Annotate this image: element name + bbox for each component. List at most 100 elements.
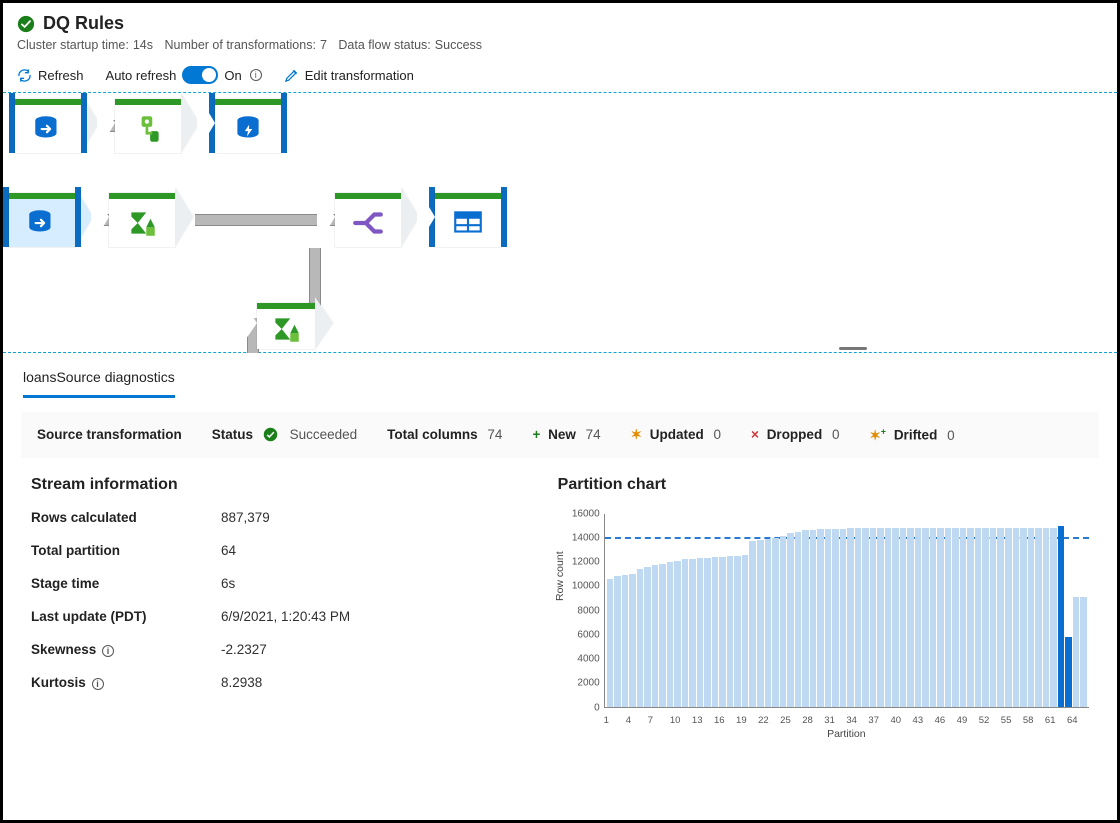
- tab-loanssource-diagnostics[interactable]: loansSource diagnostics: [23, 363, 175, 398]
- partition-chart[interactable]: Row count 020004000600080001000012000140…: [558, 510, 1089, 740]
- node-aggregate-branch[interactable]: [257, 303, 315, 349]
- x-axis-label: Partition: [604, 728, 1089, 740]
- bar[interactable]: [990, 528, 997, 707]
- bar[interactable]: [1013, 528, 1020, 707]
- bar[interactable]: [712, 557, 719, 707]
- bar[interactable]: [1065, 637, 1072, 707]
- node-split[interactable]: [335, 193, 401, 247]
- bar[interactable]: [817, 529, 824, 706]
- status-label: Status: [212, 427, 253, 442]
- bar[interactable]: [704, 558, 711, 706]
- bar[interactable]: [862, 528, 869, 707]
- bar[interactable]: [780, 536, 787, 706]
- info-icon[interactable]: i: [250, 69, 262, 81]
- edit-transformation-button[interactable]: Edit transformation: [284, 68, 414, 83]
- bar[interactable]: [682, 559, 689, 706]
- bar[interactable]: [952, 528, 959, 707]
- bar[interactable]: [900, 528, 907, 707]
- bar[interactable]: [637, 569, 644, 707]
- bar[interactable]: [629, 574, 636, 707]
- bar[interactable]: [847, 528, 854, 707]
- bar[interactable]: [622, 575, 629, 706]
- refresh-button[interactable]: Refresh: [17, 68, 84, 83]
- bar[interactable]: [1035, 528, 1042, 707]
- x-tick: 19: [736, 715, 758, 726]
- bar[interactable]: [840, 529, 847, 706]
- stage-time-label: Stage time: [31, 576, 221, 591]
- bar[interactable]: [1043, 528, 1050, 707]
- bar[interactable]: [1028, 528, 1035, 707]
- asterisk-icon: ✶: [631, 427, 642, 442]
- y-tick: 2000: [577, 678, 599, 689]
- bar[interactable]: [937, 528, 944, 707]
- bar[interactable]: [967, 528, 974, 707]
- bar[interactable]: [930, 528, 937, 707]
- x-tick: 52: [979, 715, 1001, 726]
- bar[interactable]: [772, 538, 779, 707]
- bar[interactable]: [614, 576, 621, 706]
- bar[interactable]: [960, 528, 967, 707]
- x-tick: 49: [957, 715, 979, 726]
- bar[interactable]: [727, 556, 734, 707]
- bar[interactable]: [674, 561, 681, 707]
- node-source-selected[interactable]: [9, 193, 75, 247]
- node-aggregate[interactable]: [109, 193, 175, 247]
- transforms-label: Number of transformations:: [164, 38, 315, 52]
- bar[interactable]: [742, 555, 749, 707]
- toolbar: Refresh Auto refresh On i Edit transform…: [3, 58, 1117, 92]
- bar[interactable]: [787, 533, 794, 707]
- auto-refresh-label: Auto refresh: [106, 68, 177, 83]
- rows-calculated-label: Rows calculated: [31, 510, 221, 525]
- bar[interactable]: [795, 532, 802, 707]
- bar[interactable]: [1080, 597, 1087, 707]
- bar[interactable]: [719, 557, 726, 707]
- node-sink-1[interactable]: [215, 99, 281, 153]
- bar[interactable]: [734, 556, 741, 707]
- node-derive[interactable]: [115, 99, 181, 153]
- x-tick: 55: [1001, 715, 1023, 726]
- bar[interactable]: [659, 564, 666, 706]
- bar[interactable]: [915, 528, 922, 707]
- bar[interactable]: [922, 528, 929, 707]
- bar[interactable]: [652, 565, 659, 706]
- status-success-icon: [17, 15, 35, 33]
- bar[interactable]: [689, 559, 696, 706]
- bar[interactable]: [877, 528, 884, 707]
- bar[interactable]: [832, 529, 839, 706]
- database-arrow-icon: [31, 112, 65, 146]
- resize-grip[interactable]: [839, 347, 867, 350]
- bar[interactable]: [607, 579, 614, 707]
- info-icon[interactable]: i: [92, 678, 104, 690]
- bar[interactable]: [802, 530, 809, 706]
- bar[interactable]: [667, 562, 674, 707]
- y-tick: 8000: [577, 605, 599, 616]
- bar[interactable]: [885, 528, 892, 707]
- bar[interactable]: [975, 528, 982, 707]
- bar[interactable]: [810, 530, 817, 706]
- bar[interactable]: [870, 528, 877, 707]
- bar[interactable]: [749, 541, 756, 706]
- bar[interactable]: [644, 567, 651, 707]
- node-source-1[interactable]: [15, 99, 81, 153]
- bar[interactable]: [1058, 526, 1065, 707]
- bar[interactable]: [982, 528, 989, 707]
- refresh-icon: [17, 68, 32, 83]
- info-icon[interactable]: i: [102, 645, 114, 657]
- bar[interactable]: [1020, 528, 1027, 707]
- kurtosis-value: 8.2938: [221, 675, 262, 690]
- bar[interactable]: [1050, 528, 1057, 707]
- bar[interactable]: [697, 558, 704, 706]
- bar[interactable]: [892, 528, 899, 707]
- flow-canvas[interactable]: [3, 93, 1117, 353]
- bar[interactable]: [765, 539, 772, 707]
- bar[interactable]: [907, 528, 914, 707]
- bar[interactable]: [855, 528, 862, 707]
- bar[interactable]: [997, 528, 1004, 707]
- bar[interactable]: [1005, 528, 1012, 707]
- bar[interactable]: [1073, 597, 1080, 707]
- bar[interactable]: [757, 540, 764, 706]
- auto-refresh-toggle[interactable]: Auto refresh On i: [106, 66, 262, 84]
- bar[interactable]: [945, 528, 952, 707]
- node-table-sink[interactable]: [435, 193, 501, 247]
- bar[interactable]: [825, 529, 832, 706]
